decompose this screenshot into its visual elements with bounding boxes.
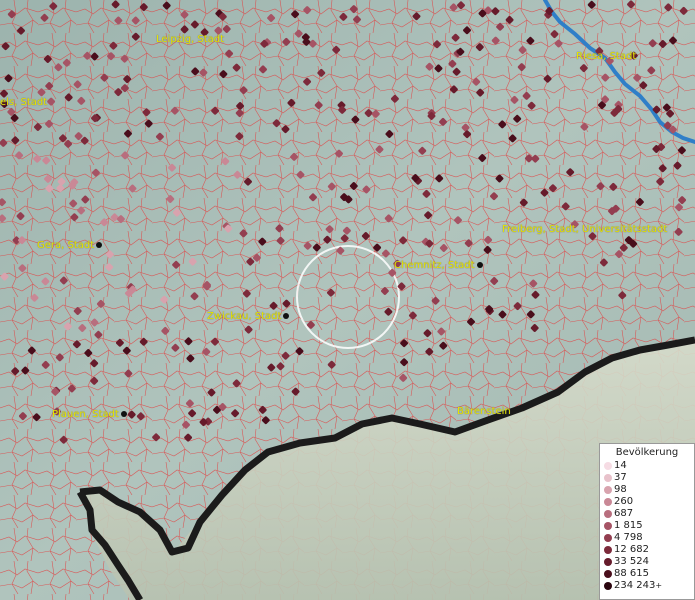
legend-swatch-icon [604, 474, 612, 482]
legend-swatch-icon [604, 534, 612, 542]
legend-item: 98 [600, 484, 694, 496]
city-name: Chemnitz, Stadt [394, 260, 475, 271]
city-label-zwickau[interactable]: Zwickau, Stadt [207, 311, 290, 322]
legend-item: 88 615 [600, 568, 694, 580]
legend-label: 1 815 [614, 520, 643, 531]
legend-swatch-icon [604, 570, 612, 578]
legend-label: 12 682 [614, 544, 649, 555]
legend-item: 12 682 [600, 544, 694, 556]
legend-swatch-icon [604, 510, 612, 518]
legend-item: 234 243+ [600, 580, 694, 592]
city-name: Freiberg, Stadt, Universitätsstadt [502, 224, 668, 235]
city-marker-icon [96, 242, 103, 248]
city-marker-icon [283, 313, 290, 319]
city-label-riesa[interactable]: Riesa, Stadt [576, 51, 636, 62]
legend-title: Bevölkerung [615, 447, 679, 458]
city-name: Plauen, Stadt [52, 409, 119, 420]
legend-swatch-icon [604, 486, 612, 494]
legend-label: 88 615 [614, 568, 649, 579]
legend-swatch-icon [604, 546, 612, 554]
legend-swatch-icon [604, 558, 612, 566]
city-label-leipzig[interactable]: Leipzig, Stadt [156, 34, 224, 45]
legend-rows: 14 37 98 260 687 1 815 4 798 12 682 33 524 88 615… [600, 460, 694, 592]
legend-label: 37 [614, 472, 627, 483]
city-name: Riesa, Stadt [576, 51, 637, 62]
city-name: Zwickau, Stadt [207, 311, 282, 322]
map-canvas[interactable] [0, 0, 695, 600]
legend-item: 33 524 [600, 556, 694, 568]
legend-item: 1 815 [600, 520, 694, 532]
legend-swatch-icon [604, 582, 612, 590]
legend-label: 260 [614, 496, 634, 507]
legend: Bevölkerung 14 37 98 260 687 1 815 4 798 12 682… [599, 443, 695, 600]
legend-item: 14 [600, 460, 694, 472]
city-label-freiberg[interactable]: Freiberg, Stadt, Universitätsstadt [502, 224, 667, 235]
legend-label: 4 798 [614, 532, 643, 543]
city-marker-icon [476, 262, 483, 268]
legend-item: 4 798 [600, 532, 694, 544]
city-label-chemnitz[interactable]: Chemnitz, Stadt [394, 260, 483, 271]
city-name: Gera, Stadt [37, 240, 95, 251]
city-marker-icon [120, 411, 127, 417]
city-label-baerenstein[interactable]: Bärenstein [457, 406, 511, 417]
city-label-gera[interactable]: Gera, Stadt [37, 240, 103, 251]
legend-item: 37 [600, 472, 694, 484]
city-name: Leipzig, Stadt [156, 34, 225, 45]
legend-label: 234 243 [614, 580, 656, 591]
legend-swatch-icon [604, 462, 612, 470]
legend-item: 260 [600, 496, 694, 508]
legend-item: 687 [600, 508, 694, 520]
legend-swatch-icon [604, 498, 612, 506]
legend-suffix: + [655, 581, 663, 590]
legend-label: 33 524 [614, 556, 649, 567]
city-label-plauen[interactable]: Plauen, Stadt [52, 409, 127, 420]
legend-label: 14 [614, 460, 627, 471]
legend-swatch-icon [604, 522, 612, 530]
legend-label: 98 [614, 484, 627, 495]
legend-label: 687 [614, 508, 634, 519]
city-name: Bärenstein [457, 406, 511, 417]
city-name: els, Stadt [0, 97, 48, 108]
city-label-els[interactable]: els, Stadt [0, 97, 47, 108]
